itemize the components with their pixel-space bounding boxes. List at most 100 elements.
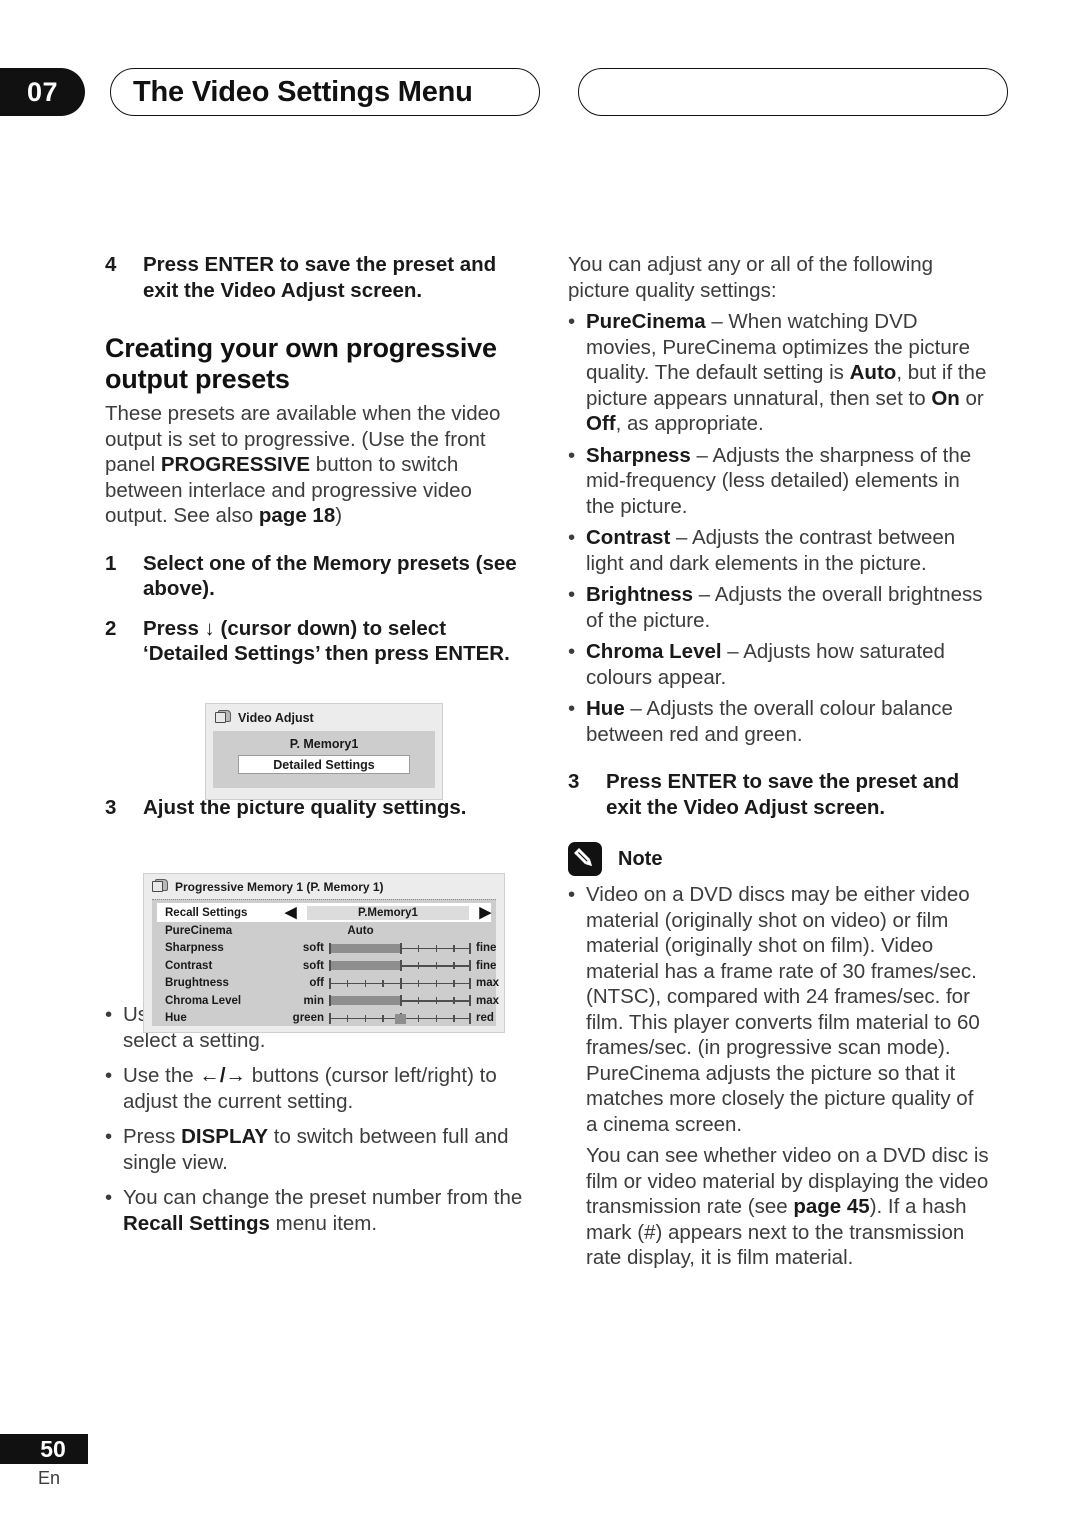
slider-fill <box>331 961 400 971</box>
note-paragraph: You can see whether video on a DVD disc … <box>568 1143 990 1271</box>
chapter-title-pill: The Video Settings Menu <box>110 68 540 116</box>
osd-setting-row[interactable]: Hue green red <box>157 1010 494 1028</box>
step-2-detailed-settings: 2 Press ↓ (cursor down) to select ‘Detai… <box>105 616 527 667</box>
slider-fill <box>331 943 400 953</box>
osd-slider[interactable] <box>329 994 471 1007</box>
osd-setting-label: Chroma Level <box>165 994 242 1007</box>
video-adjust-icon <box>215 710 232 726</box>
list-item: • Brightness – Adjusts the overall brigh… <box>568 582 990 633</box>
list-item: • Contrast – Adjusts the contrast betwee… <box>568 525 990 576</box>
osd-setting-label: PureCinema <box>165 924 233 937</box>
chapter-number: 07 <box>26 76 59 107</box>
bullet-text: Brightness – Adjusts the overall brightn… <box>586 583 983 632</box>
osd-setting-value: soft fine <box>285 959 509 972</box>
osd-slider[interactable] <box>329 1012 471 1025</box>
picture-settings-bullet-list: • PureCinema – When watching DVD movies,… <box>568 309 990 747</box>
osd-settings-list: Recall Settings ◀ P.Memory1 ▶ PureCinema Auto… <box>152 899 499 1028</box>
osd-setting-label: Recall Settings <box>165 906 248 919</box>
slider-min-label: green <box>292 1012 324 1025</box>
osd-setting-label: Sharpness <box>165 942 224 955</box>
bullet-dot: • <box>105 1003 113 1026</box>
step-text: Press ↓ (cursor down) to select ‘Detaile… <box>143 616 510 666</box>
list-item: • Sharpness – Adjusts the sharpness of t… <box>568 443 990 520</box>
bullet-dot: • <box>568 526 576 549</box>
list-item: • Chroma Level – Adjusts how saturated c… <box>568 639 990 690</box>
bullet-text: Use the ←/→ buttons (cursor left/right) … <box>123 1064 497 1113</box>
slider-min-label: min <box>303 994 324 1007</box>
step-3-save-preset: 3 Press ENTER to save the preset and exi… <box>568 769 990 820</box>
page-header: 07 The Video Settings Menu <box>0 68 1080 124</box>
osd-progressive-memory-screen: Progressive Memory 1 (P. Memory 1) Recal… <box>143 873 505 1033</box>
language-code: En <box>38 1468 61 1488</box>
osd-title-bar: Progressive Memory 1 (P. Memory 1) <box>144 874 504 895</box>
slider-knob <box>394 1013 406 1024</box>
osd-setting-value: min max <box>285 994 509 1007</box>
osd-slider[interactable] <box>329 959 471 972</box>
step-1-select-memory-preset: 1 Select one of the Memory presets (see … <box>105 551 527 602</box>
bullet-dot: • <box>568 697 576 720</box>
step-number: 3 <box>568 770 580 793</box>
pencil-icon <box>568 842 602 876</box>
arrow-left-icon[interactable]: ◀ <box>285 905 297 920</box>
osd-title-text: Video Adjust <box>238 711 314 725</box>
list-item: • Hue – Adjusts the overall colour balan… <box>568 696 990 747</box>
bullet-text: Hue – Adjusts the overall colour balance… <box>586 697 953 746</box>
osd-video-adjust-screen: Video Adjust P. Memory1 Detailed Setting… <box>205 703 443 800</box>
osd-setting-row[interactable]: Chroma Level min max <box>157 992 499 1010</box>
osd-setting-row[interactable]: PureCinema Auto <box>157 922 491 940</box>
slider-max-label: max <box>476 977 500 990</box>
step-text: Press ENTER to save the preset and exit … <box>606 770 960 819</box>
note-paragraph-text: You can see whether video on a DVD disc … <box>586 1144 989 1269</box>
list-item: • You can change the preset number from … <box>105 1185 527 1236</box>
osd-memory-label: P. Memory1 <box>289 737 359 751</box>
arrow-right-icon[interactable]: ▶ <box>479 905 491 920</box>
video-adjust-icon <box>152 879 169 895</box>
slider-fill <box>331 996 400 1006</box>
bullet-dot: • <box>568 443 576 467</box>
list-item: • Press DISPLAY to switch between full a… <box>105 1124 527 1175</box>
osd-slider[interactable] <box>329 942 471 955</box>
bullet-dot: • <box>568 310 576 333</box>
note-indent-spacer <box>568 1143 586 1271</box>
osd-body: P. Memory1 Detailed Settings <box>213 731 435 788</box>
intro-paragraph: These presets are available when the vid… <box>105 402 501 527</box>
list-item: • PureCinema – When watching DVD movies,… <box>568 309 990 437</box>
page-footer: 50 En <box>0 1434 200 1489</box>
step-number: 4 <box>105 253 117 276</box>
bullet-dot: • <box>105 1186 113 1209</box>
osd-setting-value: green red <box>285 1012 509 1025</box>
slider-min-label: soft <box>302 942 324 955</box>
chapter-number-badge: 07 <box>0 68 85 116</box>
osd-setting-label: Hue <box>165 1012 187 1025</box>
note-bullet: • Video on a DVD discs may be either vid… <box>568 882 990 1137</box>
osd-setting-row[interactable]: Recall Settings ◀ P.Memory1 ▶ <box>157 903 491 922</box>
slider-max-label: fine <box>476 942 497 955</box>
step-text: Press ENTER to save the preset and exit … <box>143 253 497 302</box>
osd-setting-value: ◀ P.Memory1 ▶ <box>285 905 491 920</box>
slider-max-label: red <box>476 1012 494 1025</box>
note-header: Note <box>568 842 990 876</box>
osd-setting-row[interactable]: Sharpness soft fine <box>157 940 496 958</box>
bullet-text: PureCinema – When watching DVD movies, P… <box>586 310 987 435</box>
step-number: 1 <box>105 551 117 575</box>
bullet-text: Contrast – Adjusts the contrast between … <box>586 526 956 575</box>
slider-min-label: soft <box>302 959 324 972</box>
osd-setting-label: Brughtness <box>165 977 229 990</box>
osd-setting-value: soft fine <box>285 942 509 955</box>
osd-text-value: Auto <box>347 924 374 937</box>
page-number-badge: 50 <box>0 1434 88 1464</box>
osd-slider[interactable] <box>329 977 471 990</box>
osd-setting-row[interactable]: Contrast soft fine <box>157 957 496 975</box>
osd-setting-row[interactable]: Brughtness off max <box>157 975 499 993</box>
bullet-dot: • <box>568 583 576 606</box>
step-text: Select one of the Memory presets (see ab… <box>143 551 517 601</box>
osd-title-text: Progressive Memory 1 (P. Memory 1) <box>175 880 384 894</box>
section-heading: Creating your own progressive output pre… <box>105 333 497 394</box>
note-bullet-text: Video on a DVD discs may be either video… <box>586 883 980 1136</box>
empty-header-pill <box>578 68 1008 116</box>
bullet-dot: • <box>105 1064 113 1087</box>
left-bullet-list: • Use the ↑/↓ buttons (cursor up/down) t… <box>105 1002 527 1236</box>
osd-detailed-settings-button[interactable]: Detailed Settings <box>238 755 410 774</box>
step-number: 2 <box>105 616 117 640</box>
slider-min-label: off <box>309 977 324 990</box>
